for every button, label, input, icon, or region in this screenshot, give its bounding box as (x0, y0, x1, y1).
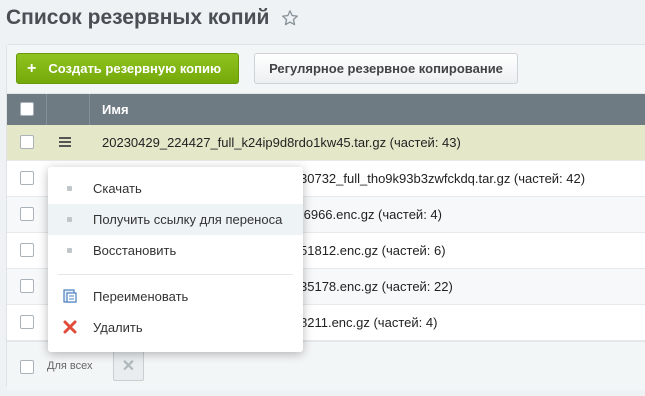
row-name: 20230429_224427_full_k24ip9d8rdo1kw45.ta… (102, 135, 461, 150)
star-icon[interactable] (281, 9, 299, 27)
create-backup-label: Создать резервную копию (48, 61, 222, 76)
bullet-icon (67, 248, 72, 253)
for-all-checkbox[interactable] (20, 360, 34, 374)
row-menu-icon[interactable] (59, 137, 71, 147)
page-title: Список резервных копий (6, 6, 270, 29)
delete-selected-button[interactable]: ✕ (113, 351, 144, 381)
row-name: 35178.enc.gz (частей: 22) (300, 279, 453, 294)
menu-item-label: Удалить (93, 320, 143, 335)
row-checkbox[interactable] (20, 171, 34, 185)
row-checkbox[interactable] (20, 279, 34, 293)
bullet-icon (67, 217, 72, 222)
menu-item-label: Получить ссылку для переноса (93, 212, 283, 227)
table-row[interactable]: 20230429_224427_full_k24ip9d8rdo1kw45.ta… (7, 125, 645, 161)
row-checkbox[interactable] (20, 315, 34, 329)
column-header-name[interactable]: Имя (102, 102, 129, 117)
rename-icon (63, 289, 77, 303)
row-checkbox[interactable] (20, 243, 34, 257)
menu-divider (58, 274, 293, 275)
menu-item-label: Переименовать (93, 289, 189, 304)
header-divider (46, 94, 47, 125)
menu-item-restore[interactable]: Восстановить (48, 235, 303, 266)
menu-item-label: Скачать (93, 181, 142, 196)
menu-item-rename[interactable]: Переименовать (48, 281, 303, 312)
plus-icon: + (27, 59, 37, 77)
create-backup-button[interactable]: + Создать резервную копию (16, 53, 239, 84)
delete-icon (63, 320, 77, 334)
row-name: 51812.enc.gz (частей: 6) (300, 243, 446, 258)
menu-item-label: Восстановить (93, 243, 177, 258)
row-checkbox[interactable] (20, 135, 34, 149)
row-checkbox[interactable] (20, 207, 34, 221)
page-header: Список резервных копий (6, 4, 299, 32)
for-all-label: Для всех (47, 360, 93, 372)
menu-item-get-transfer-link[interactable]: Получить ссылку для переноса (48, 204, 303, 235)
close-icon: ✕ (121, 358, 136, 375)
bullet-icon (67, 186, 72, 191)
regular-backup-button[interactable]: Регулярное резервное копирование (254, 53, 518, 84)
row-context-menu: Скачать Получить ссылку для переноса Вос… (48, 167, 303, 352)
menu-item-download[interactable]: Скачать (48, 173, 303, 204)
row-name: .6966.enc.gz (частей: 4) (300, 207, 442, 222)
select-all-checkbox[interactable] (20, 102, 34, 116)
row-name: 30732_full_tho9k93b3zwfckdq.tar.gz (част… (300, 171, 586, 186)
toolbar: + Создать резервную копию Регулярное рез… (7, 45, 645, 94)
header-divider (89, 94, 90, 125)
row-name: 8211.enc.gz (частей: 4) (300, 315, 438, 330)
grid-header: Имя (7, 94, 645, 125)
menu-item-delete[interactable]: Удалить (48, 312, 303, 343)
